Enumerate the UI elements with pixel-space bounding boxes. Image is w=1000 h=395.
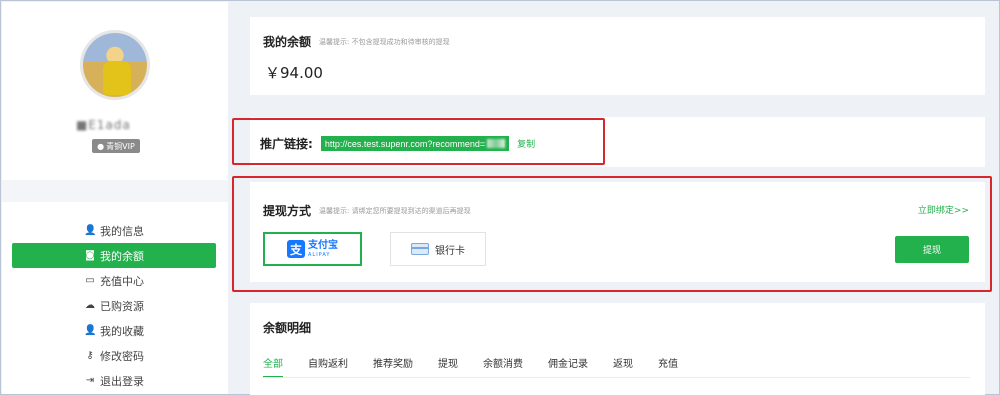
- sidebar-item-purchased[interactable]: ☁ 已购资源: [12, 293, 216, 318]
- balance-header: 我的余额 温馨提示: 不包含提现成功和待审核的提现: [263, 33, 450, 50]
- withdraw-header: 提现方式 温馨提示: 请绑定您所要提现到达的渠道后再提现: [263, 202, 471, 219]
- sidebar-item-my-info[interactable]: 👤 我的信息: [12, 218, 216, 243]
- redacted-code: [487, 139, 506, 148]
- alipay-icon: 支: [287, 240, 305, 258]
- sidebar-item-recharge[interactable]: ▭ 充值中心: [12, 268, 216, 293]
- bank-card-icon: [411, 243, 429, 255]
- tab-balance-spend[interactable]: 余额消费: [483, 355, 523, 378]
- balance-card: 我的余额 温馨提示: 不包含提现成功和待审核的提现 ￥94.00: [250, 17, 985, 95]
- tab-self-rebate[interactable]: 自购返利: [308, 355, 348, 378]
- bank-card-label: 银行卡: [435, 245, 465, 257]
- sidebar-menu: 👤 我的信息 ◙ 我的余额 ▭ 充值中心 ☁ 已购资源 👤 我的收藏 ⚷ 修改密…: [12, 218, 216, 393]
- user-icon: ●: [97, 141, 105, 151]
- avatar-figure: [103, 61, 131, 95]
- alipay-label: 支付宝 ALIPAY: [308, 239, 338, 258]
- balance-details-card: 余额明细 全部 自购返利 推荐奖励 提现 余额消费 佣金记录 返现 充值: [250, 303, 985, 395]
- bind-now-link[interactable]: 立即绑定>>: [918, 203, 969, 216]
- copy-button[interactable]: 复制: [517, 137, 535, 150]
- withdraw-button[interactable]: 提现: [895, 236, 969, 263]
- sidebar: ■E1ada ● 青铜VIP 👤 我的信息 ◙ 我的余额 ▭ 充值中心 ☁ 已购…: [2, 2, 228, 394]
- avatar[interactable]: [80, 30, 150, 100]
- promo-row: 推广链接: http://ces.test.supenr.com?recomme…: [260, 135, 535, 152]
- wallet-icon: ◙: [85, 250, 95, 261]
- vip-badge-label: 青铜VIP: [106, 141, 135, 151]
- sidebar-item-favorites[interactable]: 👤 我的收藏: [12, 318, 216, 343]
- sidebar-item-label: 我的收藏: [100, 324, 144, 338]
- sidebar-item-label: 已购资源: [100, 299, 144, 313]
- tab-recharge[interactable]: 充值: [658, 355, 678, 378]
- sidebar-item-label: 充值中心: [100, 274, 144, 288]
- withdraw-card: 提现方式 温馨提示: 请绑定您所要提现到达的渠道后再提现 立即绑定>> 支 支付…: [250, 182, 985, 282]
- cloud-download-icon: ☁: [85, 300, 95, 311]
- credit-card-icon: ▭: [85, 275, 95, 286]
- bank-card-option[interactable]: 银行卡: [390, 232, 486, 266]
- sidebar-item-logout[interactable]: ⇥ 退出登录: [12, 368, 216, 393]
- promo-card: 推广链接: http://ces.test.supenr.com?recomme…: [250, 117, 985, 167]
- promo-link[interactable]: http://ces.test.supenr.com?recommend=: [320, 136, 510, 151]
- sidebar-item-label: 退出登录: [100, 374, 144, 388]
- alipay-label-en: ALIPAY: [308, 251, 331, 258]
- alipay-option[interactable]: 支 支付宝 ALIPAY: [263, 232, 362, 266]
- alipay-label-cn: 支付宝: [308, 239, 338, 251]
- sidebar-item-label: 修改密码: [100, 349, 144, 363]
- tab-referral-reward[interactable]: 推荐奖励: [373, 355, 413, 378]
- user-star-icon: 👤: [84, 325, 97, 336]
- details-tabs: 全部 自购返利 推荐奖励 提现 余额消费 佣金记录 返现 充值: [263, 355, 703, 378]
- sidebar-item-label: 我的信息: [100, 224, 144, 238]
- logout-icon: ⇥: [85, 375, 95, 386]
- tabs-divider: [263, 377, 970, 378]
- promo-label: 推广链接:: [260, 137, 313, 151]
- tab-all[interactable]: 全部: [263, 355, 283, 378]
- sidebar-divider: [2, 180, 228, 202]
- sidebar-item-label: 我的余额: [100, 249, 144, 263]
- balance-title: 我的余额: [263, 35, 312, 49]
- promo-link-text: http://ces.test.supenr.com?recommend=: [324, 138, 486, 149]
- sidebar-item-my-balance[interactable]: ◙ 我的余额: [12, 243, 216, 268]
- balance-tip: 温馨提示: 不包含提现成功和待审核的提现: [319, 37, 450, 46]
- vip-badge: ● 青铜VIP: [92, 139, 140, 153]
- tab-commission[interactable]: 佣金记录: [548, 355, 588, 378]
- withdraw-tip: 温馨提示: 请绑定您所要提现到达的渠道后再提现: [319, 206, 471, 215]
- sidebar-item-change-password[interactable]: ⚷ 修改密码: [12, 343, 216, 368]
- withdraw-title: 提现方式: [263, 204, 312, 218]
- details-title: 余额明细: [263, 321, 312, 335]
- key-icon: ⚷: [86, 350, 94, 361]
- user-icon: 👤: [84, 225, 97, 236]
- username: ■E1ada: [76, 118, 131, 132]
- balance-amount: ￥94.00: [265, 64, 323, 82]
- tab-cashback[interactable]: 返现: [613, 355, 633, 378]
- tab-withdraw[interactable]: 提现: [438, 355, 458, 378]
